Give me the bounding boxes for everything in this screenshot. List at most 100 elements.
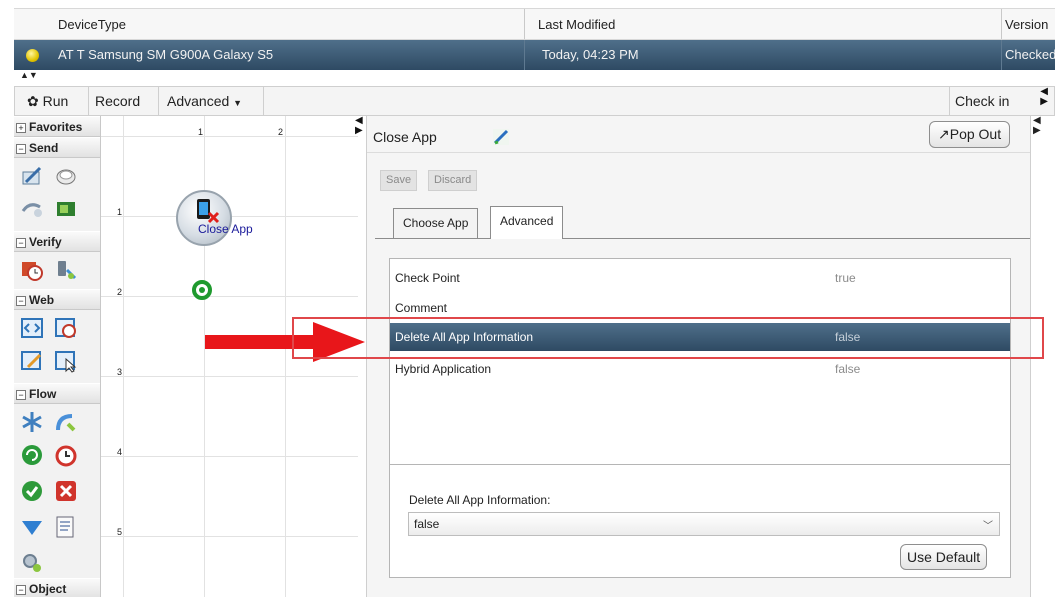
- column-header-devicetype[interactable]: DeviceType: [58, 17, 126, 32]
- property-name: Hybrid Application: [395, 362, 492, 376]
- verify-device-icon[interactable]: [54, 258, 78, 282]
- flow-decision-icon[interactable]: [20, 515, 44, 539]
- column-header-last-modified[interactable]: Last Modified: [538, 17, 615, 32]
- column-divider[interactable]: [524, 9, 525, 39]
- collapse-icon: −: [16, 238, 26, 248]
- flow-refresh-icon[interactable]: [20, 443, 44, 467]
- property-name: Comment: [395, 301, 448, 315]
- expand-icon: +: [16, 123, 26, 133]
- device-row-selected[interactable]: AT T Samsung SM G900A Galaxy S5 Today, 0…: [14, 40, 1055, 70]
- run-button[interactable]: ✿ Run: [27, 87, 68, 115]
- flow-failure-icon[interactable]: [54, 479, 78, 503]
- panel-splitter[interactable]: ▲▼: [14, 70, 1055, 86]
- advanced-label: Advanced: [167, 93, 230, 109]
- flow-loop-icon[interactable]: [54, 410, 78, 434]
- version-cell: Checked: [1005, 47, 1055, 62]
- tab-choose-app[interactable]: Choose App: [393, 208, 479, 238]
- column-number: 2: [278, 127, 284, 137]
- property-grid: Check Point true Comment Delete All App …: [389, 258, 1011, 578]
- property-row-check-point[interactable]: Check Point true: [390, 264, 1010, 292]
- run-label: Run: [42, 93, 69, 109]
- palette-group-web: [14, 310, 100, 347]
- toolbar-separator: [263, 87, 264, 115]
- palette-group-web-2: [14, 347, 100, 383]
- row-number: 3: [117, 367, 123, 377]
- property-value: true: [835, 271, 856, 285]
- grid-line: [101, 376, 358, 377]
- device-chip-icon[interactable]: [54, 197, 78, 221]
- verify-timer-icon[interactable]: [20, 258, 44, 282]
- use-default-button[interactable]: Use Default: [900, 544, 988, 570]
- palette-category-favorites[interactable]: + Favorites: [14, 116, 100, 137]
- web-code-icon[interactable]: [20, 316, 44, 340]
- column-divider: [524, 40, 525, 70]
- properties-title: Close App: [373, 129, 437, 145]
- toolbar-separator: [158, 87, 159, 115]
- row-number: 4: [117, 447, 123, 457]
- collapse-arrows-icon[interactable]: ◀ ▶: [1040, 87, 1048, 107]
- last-modified-cell: Today, 04:23 PM: [542, 47, 639, 62]
- selected-value: false: [414, 517, 440, 531]
- column-divider[interactable]: [1001, 9, 1002, 39]
- palette-category-object[interactable]: − Object: [14, 578, 100, 597]
- pop-out-button[interactable]: ↗Pop Out: [929, 121, 1011, 148]
- palette-category-send[interactable]: − Send: [14, 137, 100, 158]
- pop-out-label: Pop Out: [949, 126, 1002, 142]
- grid-line: [101, 456, 358, 457]
- tab-advanced[interactable]: Advanced: [490, 206, 564, 239]
- caret-down-icon: ▼: [233, 98, 243, 108]
- column-divider: [1001, 40, 1002, 70]
- grid-line: [101, 536, 358, 537]
- edit-pencil-icon[interactable]: [492, 128, 510, 146]
- record-button[interactable]: Record: [95, 87, 140, 115]
- save-button[interactable]: Save: [380, 170, 418, 191]
- web-click-icon[interactable]: [54, 349, 78, 373]
- category-label: Favorites: [29, 120, 83, 134]
- row-number: 1: [117, 207, 123, 217]
- category-label: Send: [29, 141, 59, 155]
- column-number: 1: [198, 127, 204, 137]
- split-arrows-icon[interactable]: ▲▼: [20, 71, 38, 80]
- discard-button[interactable]: Discard: [428, 170, 478, 191]
- collapse-icon: −: [16, 585, 26, 595]
- palette-group-verify: [14, 252, 100, 289]
- grid-line: [101, 136, 358, 137]
- send-keys-icon[interactable]: [54, 164, 78, 188]
- collapse-panel-icon[interactable]: ◀ ▶: [355, 116, 363, 136]
- flow-success-icon[interactable]: [20, 479, 44, 503]
- web-edit-icon[interactable]: [20, 349, 44, 373]
- category-label: Verify: [29, 235, 62, 249]
- collapse-right-panel-icon[interactable]: ◀ ▶: [1033, 116, 1041, 136]
- divider: [367, 152, 1030, 153]
- swipe-icon[interactable]: [20, 197, 44, 221]
- column-header-version[interactable]: Version: [1005, 17, 1048, 32]
- row-number: 5: [117, 527, 123, 537]
- check-in-button[interactable]: Check in: [955, 87, 1009, 115]
- category-label: Object: [29, 582, 67, 596]
- palette-group-flow-3: [14, 477, 100, 513]
- property-value-select[interactable]: false ﹀: [408, 512, 1000, 536]
- property-row-hybrid-application[interactable]: Hybrid Application false: [390, 355, 1010, 383]
- gear-icon: ✿: [27, 93, 39, 109]
- property-value: false: [835, 362, 861, 376]
- palette-group-send-2: [14, 195, 100, 231]
- property-name: Check Point: [395, 271, 460, 285]
- end-node-icon[interactable]: [192, 280, 212, 300]
- flow-alarm-icon[interactable]: [54, 443, 78, 467]
- grid-line: [123, 116, 124, 597]
- advanced-menu-button[interactable]: Advanced ▼: [167, 87, 242, 115]
- collapse-icon: −: [16, 296, 26, 306]
- palette-category-verify[interactable]: − Verify: [14, 231, 100, 252]
- flow-notes-icon[interactable]: [54, 515, 78, 539]
- chevron-down-icon: ﹀: [983, 521, 993, 532]
- flow-settings-icon[interactable]: [20, 551, 44, 575]
- close-app-node[interactable]: [176, 190, 232, 246]
- palette-category-web[interactable]: − Web: [14, 289, 100, 310]
- send-text-icon[interactable]: [20, 164, 44, 188]
- category-label: Flow: [29, 387, 57, 401]
- palette-category-flow[interactable]: − Flow: [14, 383, 100, 404]
- web-timer-icon[interactable]: [54, 316, 78, 340]
- flow-branch-icon[interactable]: [20, 410, 44, 434]
- palette-group-flow: [14, 404, 100, 441]
- palette-group-flow-2: [14, 441, 100, 477]
